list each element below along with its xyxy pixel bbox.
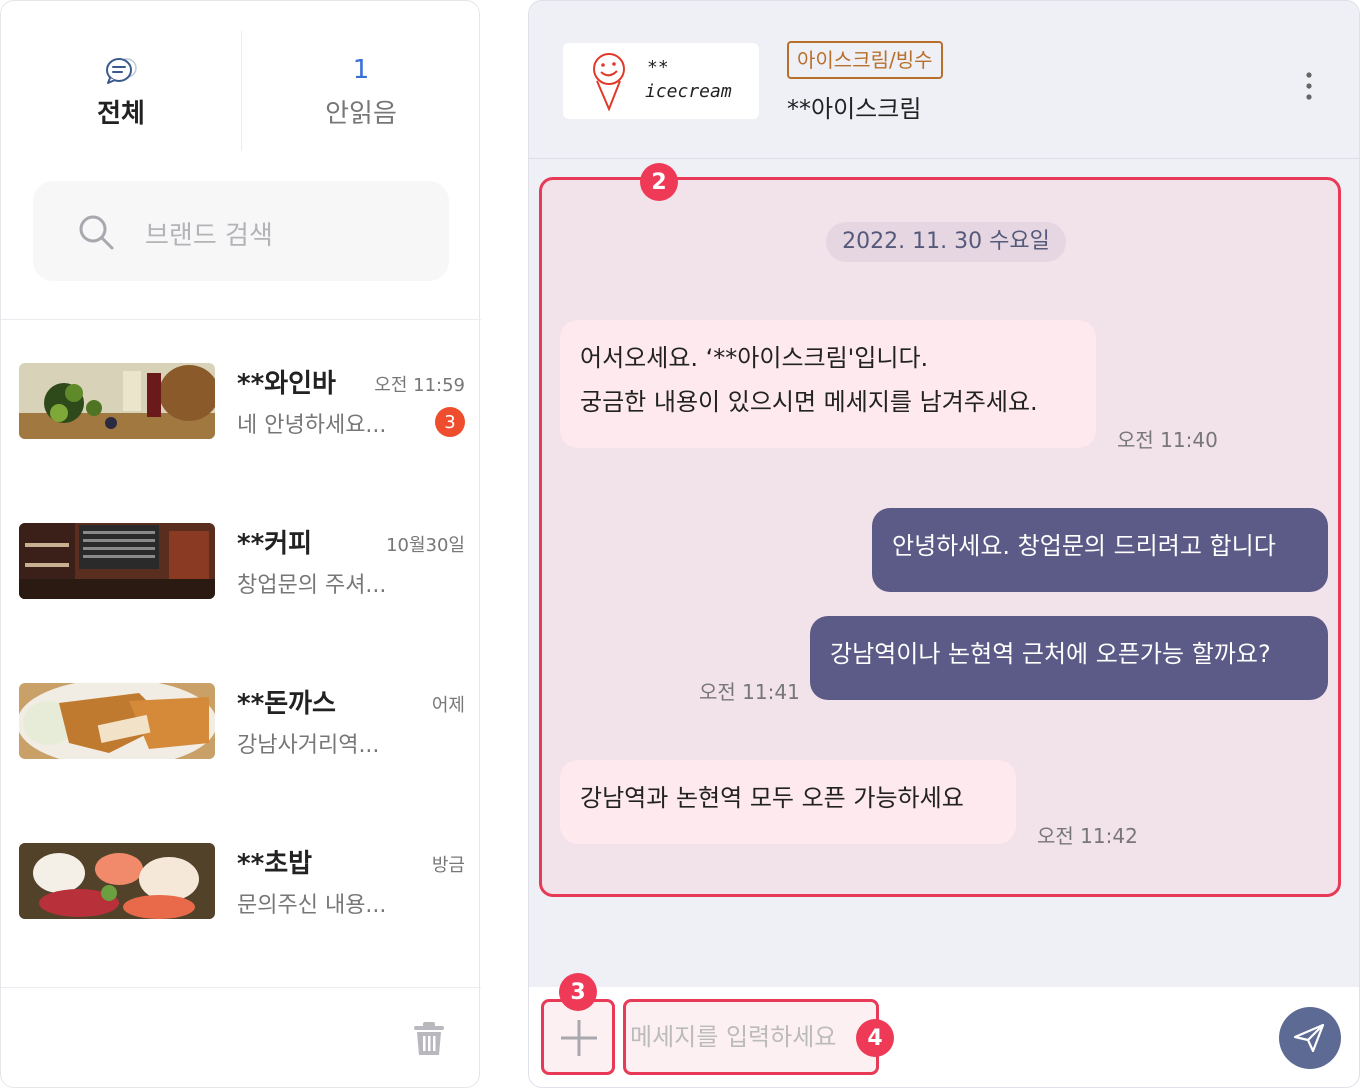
coffee-thumbnail (19, 523, 215, 599)
tab-bar: 전체 1 안읽음 (1, 1, 481, 161)
date-separator: 2022. 11. 30 수요일 (826, 222, 1066, 262)
annotation-marker-4: 4 (856, 1019, 894, 1057)
brand-search[interactable]: 브랜드 검색 (33, 181, 449, 281)
annotation-marker-3: 3 (559, 973, 597, 1011)
annotation-marker-2: 2 (640, 163, 678, 201)
divider (1, 319, 481, 320)
unread-count: 1 (352, 55, 370, 85)
search-icon (79, 215, 114, 250)
conversation-time: 어제 (431, 695, 465, 716)
conversation-preview: 강남사거리역... (237, 733, 380, 758)
conversation-preview: 창업문의 주셔... (237, 573, 387, 598)
message-time: 오전 11:40 (1117, 428, 1218, 452)
search-input[interactable]: 브랜드 검색 (145, 215, 273, 252)
tab-unread[interactable]: 1 안읽음 (241, 1, 481, 161)
message-bubble-outgoing: 안녕하세요. 창업문의 드리려고 합니다 (872, 508, 1328, 592)
tab-unread-label: 안읽음 (325, 99, 397, 129)
list-item-coffee[interactable]: **커피 10월30일 창업문의 주셔... (19, 521, 467, 601)
conversation-name: **초밥 (237, 849, 313, 879)
list-item-sushi[interactable]: **초밥 방금 문의주신 내용... (19, 841, 467, 921)
conversation-preview: 문의주신 내용... (237, 893, 387, 918)
chat-panel: ** icecream 아이스크림/빙수 **아이스크림 2022. 11. 3… (528, 0, 1360, 1088)
shop-name: **아이스크림 (787, 95, 922, 123)
tab-all-label: 전체 (97, 99, 145, 129)
chat-header: ** icecream 아이스크림/빙수 **아이스크림 (529, 1, 1359, 159)
list-item-tonkatsu[interactable]: **돈까스 어제 강남사거리역... (19, 681, 467, 761)
conversation-preview: 네 안녕하세요... (237, 413, 387, 438)
chat-bubble-icon (106, 58, 137, 84)
list-item-winebar[interactable]: **와인바 오전 11:59 네 안녕하세요... 3 (19, 361, 467, 441)
tab-all[interactable]: 전체 (1, 1, 241, 161)
send-icon (1293, 1023, 1325, 1053)
logo-stars: ** (647, 57, 669, 78)
conversation-time: 10월30일 (386, 535, 465, 556)
sushi-thumbnail (19, 843, 215, 919)
plus-icon (561, 1020, 597, 1056)
message-area: 2022. 11. 30 수요일 어서오세요. ‘**아이스크림'입니다. 궁금… (539, 177, 1341, 897)
trash-icon[interactable] (413, 1021, 445, 1057)
unread-badge: 3 (435, 407, 465, 437)
message-bubble-incoming: 강남역과 논현역 모두 오픈 가능하세요 (560, 760, 1016, 844)
conversation-name: **와인바 (237, 369, 336, 399)
message-text: 안녕하세요. 창업문의 드리려고 합니다 (892, 532, 1276, 560)
message-bubble-incoming: 어서오세요. ‘**아이스크림'입니다. 궁금한 내용이 있으시면 메세지를 남… (560, 320, 1096, 448)
logo-text: icecream (645, 81, 732, 102)
conversation-panel: 전체 1 안읽음 브랜드 검색 **와인바 오전 11:59 네 안녕하세요..… (0, 0, 481, 1088)
message-line: 궁금한 내용이 있으시면 메세지를 남겨주세요. (580, 388, 1038, 416)
composer-bar: 메세지를 입력하세요 (529, 987, 1359, 1087)
conversation-time: 방금 (431, 855, 465, 876)
icecream-logo-icon (593, 53, 625, 112)
conversation-time: 오전 11:59 (374, 375, 465, 396)
category-badge: 아이스크림/빙수 (787, 41, 943, 79)
message-input[interactable]: 메세지를 입력하세요 (623, 999, 879, 1075)
brand-logo: ** icecream (563, 43, 759, 119)
message-line: 어서오세요. ‘**아이스크림'입니다. (580, 344, 929, 372)
conversation-name: **돈까스 (237, 689, 336, 719)
conversation-name: **커피 (237, 529, 313, 559)
message-time: 오전 11:42 (1037, 824, 1138, 848)
message-bubble-outgoing: 강남역이나 논현역 근처에 오픈가능 할까요? (810, 616, 1328, 700)
message-text: 강남역이나 논현역 근처에 오픈가능 할까요? (830, 640, 1271, 668)
message-time: 오전 11:41 (699, 680, 800, 704)
more-options-icon[interactable] (1305, 71, 1313, 101)
message-text: 강남역과 논현역 모두 오픈 가능하세요 (580, 784, 964, 812)
winebar-thumbnail (19, 363, 215, 439)
tonkatsu-thumbnail (19, 683, 215, 759)
send-button[interactable] (1279, 1007, 1341, 1069)
divider (1, 987, 481, 988)
